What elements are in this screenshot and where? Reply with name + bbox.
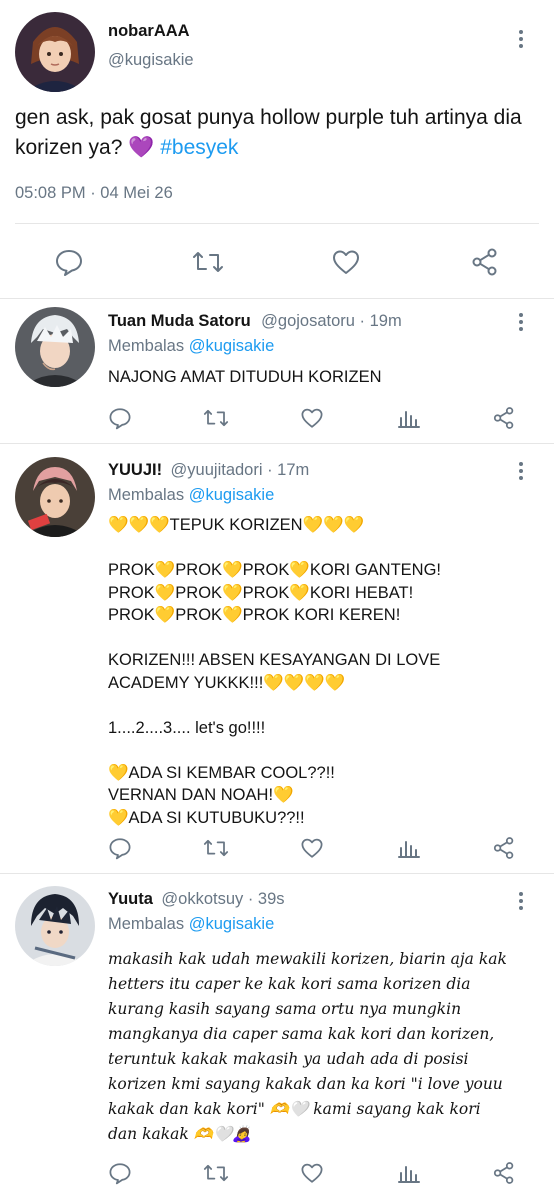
share-icon[interactable]	[492, 406, 516, 430]
reply-icon[interactable]	[108, 836, 132, 860]
avatar[interactable]	[15, 12, 95, 92]
more-options-icon[interactable]	[516, 462, 526, 480]
author-handle[interactable]: @gojosatoru · 19m	[261, 312, 402, 330]
author-name[interactable]: YUUJI!	[108, 461, 162, 479]
divider	[0, 873, 554, 874]
reply-icon[interactable]	[54, 247, 84, 277]
reply-icon[interactable]	[108, 1161, 132, 1185]
author-name[interactable]: nobarAAA	[108, 22, 190, 41]
author-handle[interactable]: @kugisakie	[108, 51, 194, 70]
analytics-icon[interactable]	[397, 836, 421, 860]
avatar[interactable]	[15, 307, 95, 387]
replying-to: Membalas @kugisakie	[108, 486, 274, 505]
tweet-text: gen ask, pak gosat punya hollow purple t…	[15, 103, 535, 163]
avatar[interactable]	[15, 886, 95, 966]
replying-label: Membalas	[108, 486, 185, 504]
author-handle[interactable]: @okkotsuy · 39s	[161, 890, 284, 908]
mention-link[interactable]: @kugisakie	[189, 915, 275, 933]
reply-header: Yuuta @okkotsuy · 39s	[108, 890, 285, 909]
reply-icon[interactable]	[108, 406, 132, 430]
author-name[interactable]: Tuan Muda Satoru	[108, 312, 251, 330]
reply-text: makasih kak udah mewakili korizen, biari…	[108, 950, 507, 1143]
like-icon[interactable]	[300, 836, 324, 860]
avatar-image	[15, 886, 95, 966]
divider	[0, 443, 554, 444]
divider	[15, 223, 539, 224]
author-name[interactable]: Yuuta	[108, 890, 153, 908]
replying-to: Membalas @kugisakie	[108, 337, 274, 356]
avatar-image	[15, 12, 95, 92]
like-icon[interactable]	[300, 406, 324, 430]
mention-link[interactable]: @kugisakie	[189, 486, 275, 504]
replying-label: Membalas	[108, 915, 185, 933]
tweet-timestamp: 05:08 PM · 04 Mei 26	[15, 184, 173, 202]
share-icon[interactable]	[470, 247, 500, 277]
share-icon[interactable]	[492, 1161, 516, 1185]
reply-header: Tuan Muda Satoru @gojosatoru · 19m	[108, 312, 402, 331]
more-options-icon[interactable]	[516, 313, 526, 331]
mention-link[interactable]: @kugisakie	[189, 337, 275, 355]
reply-text: 💛💛💛TEPUK KORIZEN💛💛💛 PROK💛PROK💛PROK💛KORI …	[108, 516, 442, 827]
divider	[0, 298, 554, 299]
avatar-image	[15, 457, 95, 537]
analytics-icon[interactable]	[397, 406, 421, 430]
reply-text: NAJONG AMAT DITUDUH KORIZEN	[108, 368, 382, 386]
avatar[interactable]	[15, 457, 95, 537]
analytics-icon[interactable]	[397, 1161, 421, 1185]
tweet-body: gen ask, pak gosat punya hollow purple t…	[15, 106, 522, 159]
hashtag-link[interactable]: #besyek	[160, 136, 238, 159]
replying-label: Membalas	[108, 337, 185, 355]
replying-to: Membalas @kugisakie	[108, 915, 274, 934]
avatar-image	[15, 307, 95, 387]
like-icon[interactable]	[331, 247, 361, 277]
more-options-icon[interactable]	[516, 892, 526, 910]
share-icon[interactable]	[492, 836, 516, 860]
retweet-icon[interactable]	[192, 247, 224, 277]
retweet-icon[interactable]	[203, 406, 229, 430]
like-icon[interactable]	[300, 1161, 324, 1185]
more-options-icon[interactable]	[516, 30, 526, 48]
retweet-icon[interactable]	[203, 1161, 229, 1185]
author-handle[interactable]: @yuujitadori · 17m	[171, 461, 310, 479]
reply-header: YUUJI! @yuujitadori · 17m	[108, 461, 309, 480]
retweet-icon[interactable]	[203, 836, 229, 860]
